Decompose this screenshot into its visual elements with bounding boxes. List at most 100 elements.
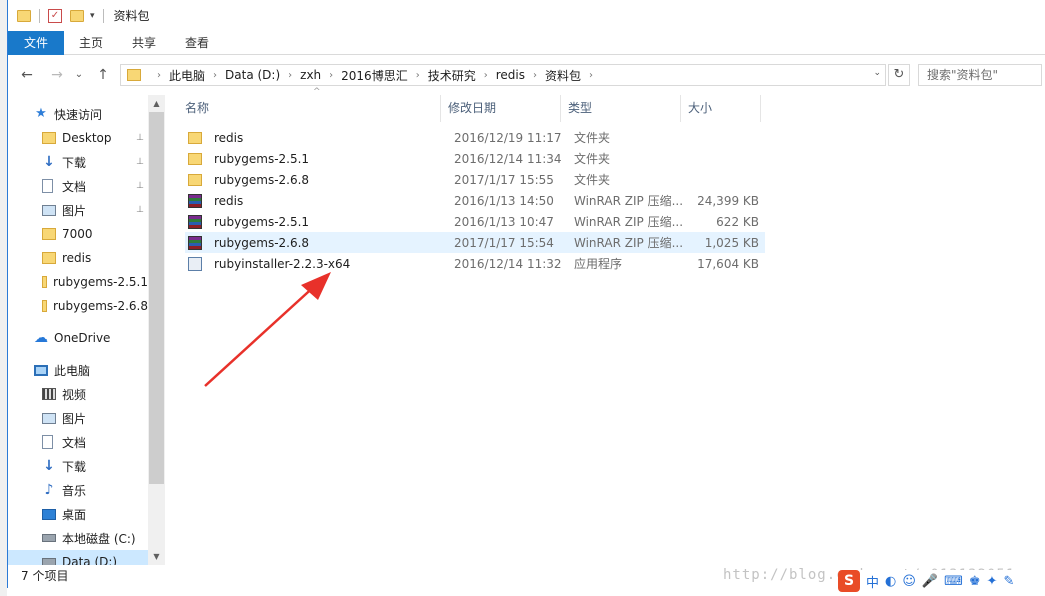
breadcrumb-item[interactable]: Data (D:) xyxy=(225,68,280,82)
file-row[interactable]: rubygems-2.5.1 2016/12/14 11:34 文件夹 xyxy=(185,148,765,169)
search-box[interactable] xyxy=(918,64,1042,86)
recent-locations-icon[interactable]: ⌄ xyxy=(70,66,88,84)
desktop-icon xyxy=(42,508,56,520)
folder-icon xyxy=(42,252,56,264)
sidebar-item-desktop-pc[interactable]: 桌面 xyxy=(8,502,148,526)
file-size: 24,399 KB xyxy=(697,193,759,208)
sidebar-quick-access[interactable]: ★ 快速访问 xyxy=(8,102,148,126)
sidebar-item-pc-pictures[interactable]: 图片 xyxy=(8,406,148,430)
sidebar-item-drive-c[interactable]: 本地磁盘 (C:) xyxy=(8,526,148,550)
skin-icon[interactable]: ♚ xyxy=(969,574,981,589)
sidebar-item-7000[interactable]: 7000 xyxy=(8,222,148,246)
file-name: redis xyxy=(214,130,244,145)
sogou-logo-icon[interactable]: S xyxy=(838,570,860,592)
video-icon xyxy=(42,388,56,400)
explorer-window: ✓ ▾ 资料包 文件 主页 共享 查看 ← → ⌄ ↑ › 此电脑 › Data… xyxy=(7,0,1045,588)
navigation-bar: ← → ⌄ ↑ › 此电脑 › Data (D:) › zxh › 2016博思… xyxy=(8,56,1045,94)
folder-icon[interactable] xyxy=(17,9,31,22)
file-row[interactable]: rubyinstaller-2.2.3-x64 2016/12/14 11:32… xyxy=(185,253,765,274)
column-header-date[interactable]: 修改日期 xyxy=(441,95,561,122)
scroll-thumb[interactable] xyxy=(149,112,164,484)
address-bar[interactable]: › 此电脑 › Data (D:) › zxh › 2016博思汇 › 技术研究… xyxy=(120,64,886,86)
column-header-type[interactable]: 类型 xyxy=(561,95,681,122)
tab-view[interactable]: 查看 xyxy=(170,31,224,55)
file-size: 17,604 KB xyxy=(697,256,759,271)
sidebar-onedrive[interactable]: ☁ OneDrive xyxy=(8,326,148,350)
sidebar-scrollbar[interactable]: ▲ ▼ xyxy=(148,95,165,565)
file-row[interactable]: redis 2016/1/13 14:50 WinRAR ZIP 压缩... 2… xyxy=(185,190,765,211)
search-input[interactable] xyxy=(919,65,1041,85)
breadcrumb-item[interactable]: zxh xyxy=(300,68,321,82)
file-date: 2016/1/13 14:50 xyxy=(454,193,554,208)
winrar-icon xyxy=(188,236,202,250)
tab-file[interactable]: 文件 xyxy=(8,31,64,55)
sidebar-item-label: 下载 xyxy=(62,155,87,170)
sidebar-item-redis[interactable]: redis xyxy=(8,246,148,270)
sidebar-item-desktop[interactable]: Desktop ⊥ xyxy=(8,126,148,150)
quick-access-dropdown-icon[interactable]: ▾ xyxy=(90,11,95,21)
file-type: 应用程序 xyxy=(574,257,623,271)
document-icon xyxy=(42,179,53,193)
item-count: 7 个项目 xyxy=(21,569,69,583)
sidebar-this-pc[interactable]: 此电脑 xyxy=(8,358,148,382)
punctuation-icon[interactable]: ◐ xyxy=(885,574,896,589)
breadcrumb-item[interactable]: 2016博思汇 xyxy=(341,67,408,84)
file-date: 2017/1/17 15:55 xyxy=(454,172,554,187)
forward-arrow-icon[interactable]: → xyxy=(48,66,66,84)
sidebar-item-label: 图片 xyxy=(62,203,87,218)
sidebar-item-label: rubygems-2.6.8 xyxy=(52,299,148,313)
sidebar-item-label: 文档 xyxy=(62,179,87,194)
sidebar-item-label: Desktop xyxy=(62,131,112,145)
sidebar-item-label: 此电脑 xyxy=(54,363,91,378)
scroll-down-icon[interactable]: ▼ xyxy=(148,548,165,565)
sidebar-item-pictures[interactable]: 图片 ⊥ xyxy=(8,198,148,222)
properties-icon[interactable]: ✓ xyxy=(48,8,62,23)
settings-wrench-icon[interactable]: ✎ xyxy=(1003,574,1014,589)
sidebar-item-pc-downloads[interactable]: ↓ 下载 xyxy=(8,454,148,478)
sidebar-item-label: 7000 xyxy=(62,227,93,241)
file-size: 622 KB xyxy=(716,214,759,229)
sidebar-item-rubygems-268[interactable]: rubygems-2.6.8 xyxy=(8,294,148,318)
sidebar-item-videos[interactable]: 视频 xyxy=(8,382,148,406)
sidebar-item-drive-d[interactable]: Data (D:) xyxy=(8,550,148,565)
address-dropdown-icon[interactable]: ⌄ xyxy=(873,68,881,78)
pin-icon: ⊥ xyxy=(136,133,144,143)
pin-icon: ⊥ xyxy=(136,157,144,167)
refresh-icon[interactable]: ↻ xyxy=(888,64,910,86)
star-icon: ★ xyxy=(35,106,47,121)
toolbox-icon[interactable]: ✦ xyxy=(987,574,998,589)
file-row[interactable]: rubygems-2.6.8 2017/1/17 15:55 文件夹 xyxy=(185,169,765,190)
breadcrumb-item[interactable]: 资料包 xyxy=(545,67,581,84)
music-icon: ♪ xyxy=(44,482,54,498)
scroll-up-icon[interactable]: ▲ xyxy=(148,95,165,112)
tab-share[interactable]: 共享 xyxy=(118,31,170,55)
sidebar-item-label: OneDrive xyxy=(54,331,111,345)
sidebar-item-downloads[interactable]: ↓ 下载 ⊥ xyxy=(8,150,148,174)
back-arrow-icon[interactable]: ← xyxy=(18,66,36,84)
file-row[interactable]: redis 2016/12/19 11:17 文件夹 xyxy=(185,127,765,148)
sidebar-item-pc-documents[interactable]: 文档 xyxy=(8,430,148,454)
sidebar-item-rubygems-251[interactable]: rubygems-2.5.1 xyxy=(8,270,148,294)
sidebar-item-documents[interactable]: 文档 ⊥ xyxy=(8,174,148,198)
column-header-size[interactable]: 大小 xyxy=(681,95,761,122)
sidebar-item-label: 本地磁盘 (C:) xyxy=(62,531,136,546)
breadcrumb-item[interactable]: 此电脑 xyxy=(169,67,205,84)
tab-home[interactable]: 主页 xyxy=(64,31,118,55)
breadcrumb-item[interactable]: redis xyxy=(496,68,525,82)
sidebar-item-music[interactable]: ♪ 音乐 xyxy=(8,478,148,502)
file-row[interactable]: rubygems-2.5.1 2016/1/13 10:47 WinRAR ZI… xyxy=(185,211,765,232)
keyboard-icon[interactable]: ⌨ xyxy=(944,574,963,589)
drive-icon xyxy=(42,558,56,565)
file-row[interactable]: rubygems-2.6.8 2017/1/17 15:54 WinRAR ZI… xyxy=(185,232,765,253)
language-indicator[interactable]: 中 xyxy=(866,572,879,591)
new-folder-icon[interactable] xyxy=(70,9,84,22)
column-header-name[interactable]: 名称 xyxy=(178,95,441,122)
breadcrumb-item[interactable]: 技术研究 xyxy=(428,67,476,84)
picture-icon xyxy=(42,412,56,424)
up-arrow-icon[interactable]: ↑ xyxy=(94,66,112,84)
microphone-icon[interactable]: 🎤 xyxy=(922,574,938,589)
breadcrumb-separator: › xyxy=(213,69,218,81)
emoji-icon[interactable]: ☺ xyxy=(902,574,916,589)
file-type: WinRAR ZIP 压缩... xyxy=(574,194,684,208)
file-date: 2016/12/19 11:17 xyxy=(454,130,562,145)
